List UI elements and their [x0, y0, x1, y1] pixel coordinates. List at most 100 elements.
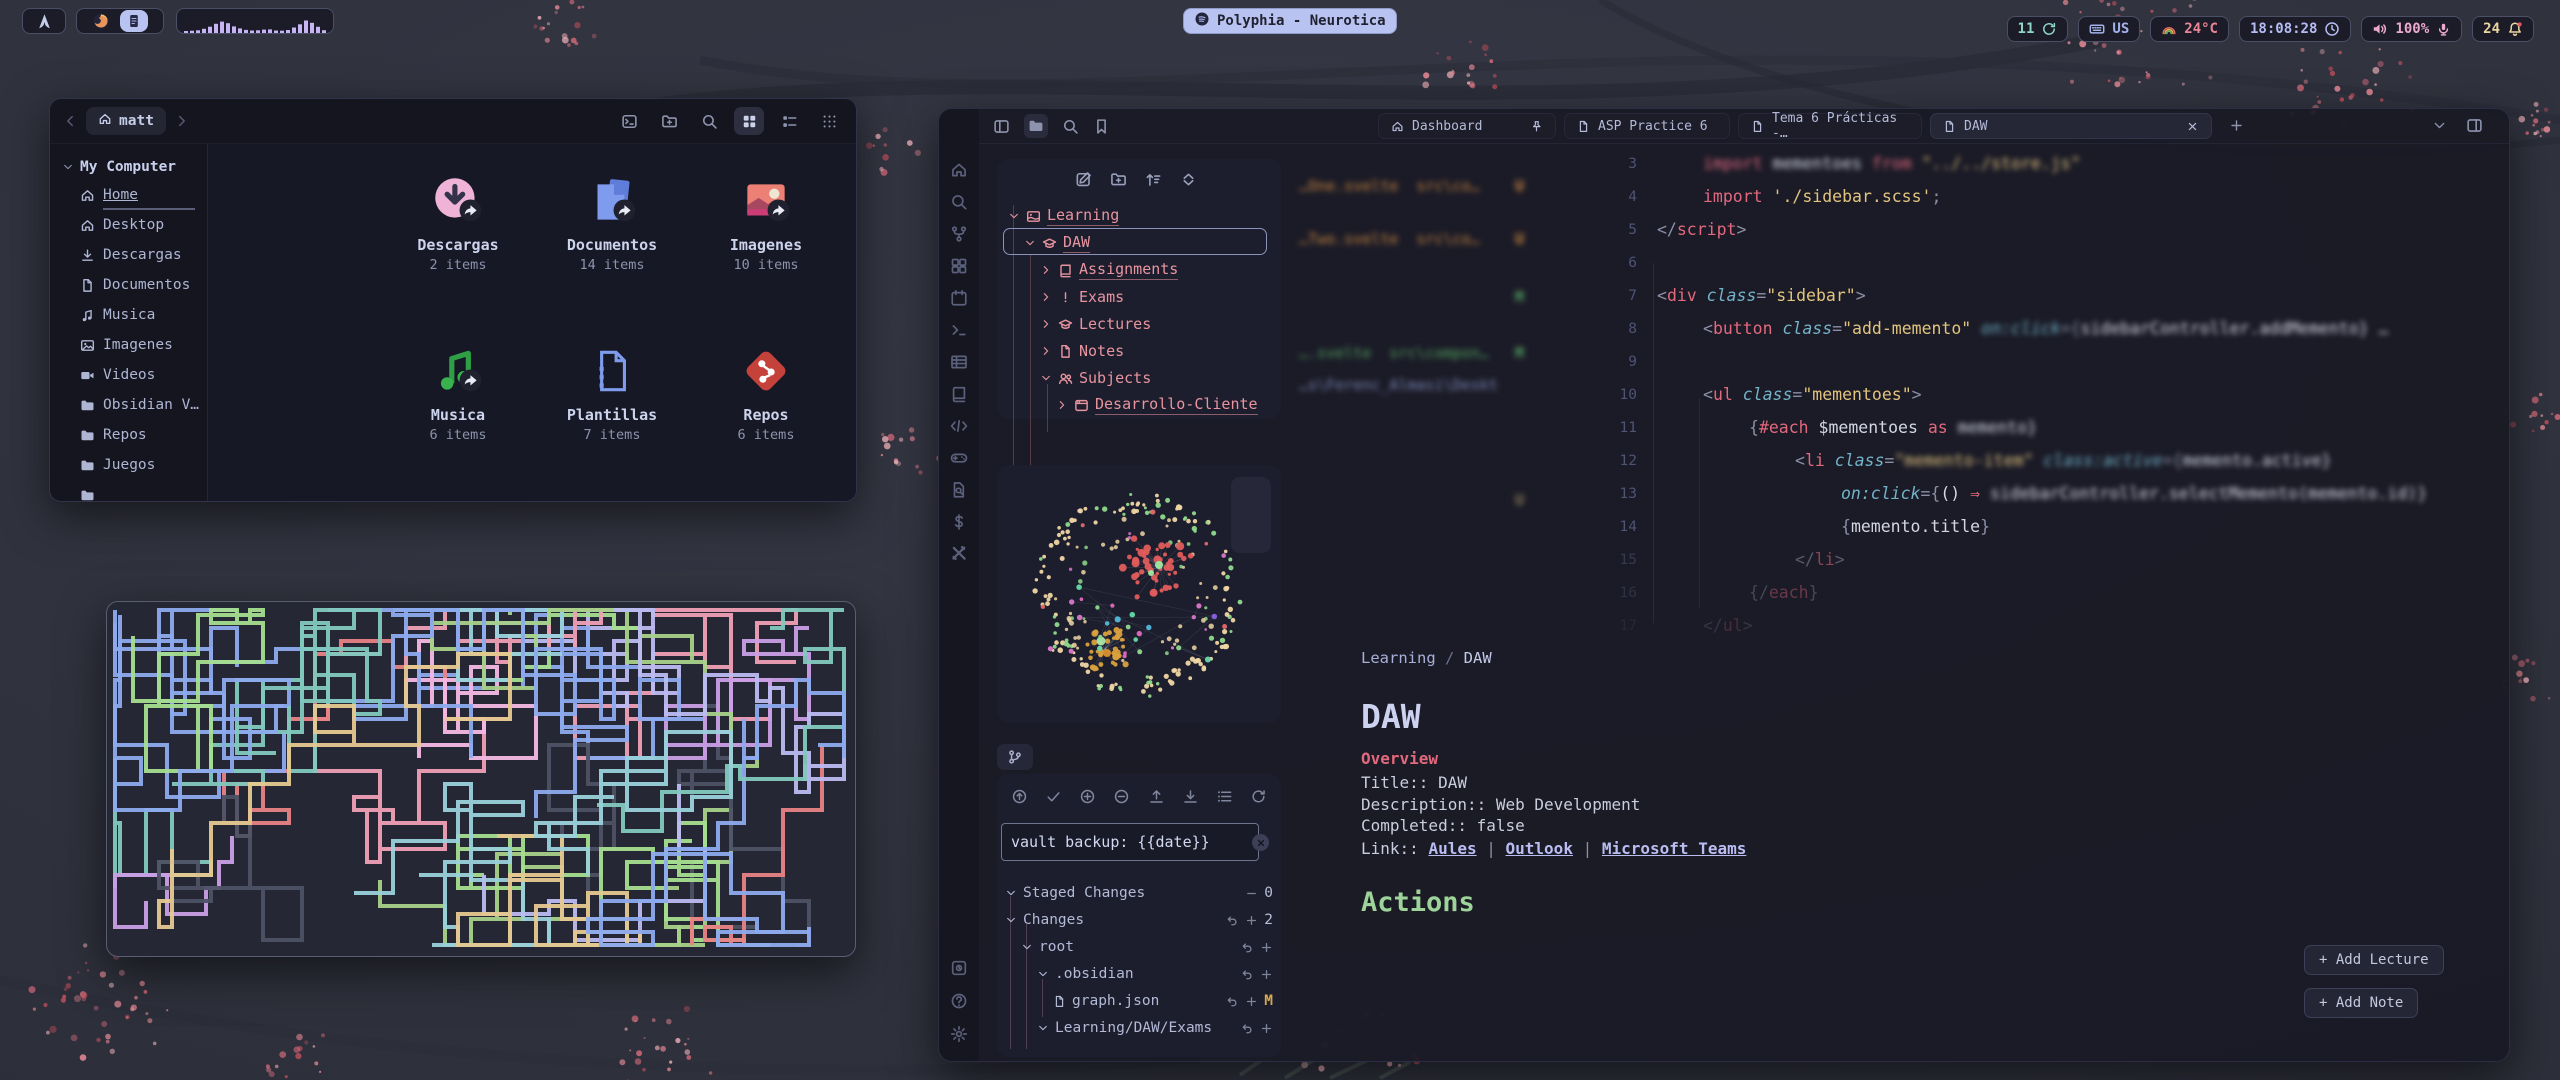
- git-minus-action[interactable]: [1245, 887, 1258, 900]
- tree-item-notes[interactable]: Notes: [1040, 340, 1124, 362]
- search-button[interactable]: [694, 107, 724, 135]
- ribbon-file-search-button[interactable]: [950, 481, 968, 499]
- now-playing-widget[interactable]: Polyphia - Neurotica: [1183, 8, 1397, 34]
- sidebar-item-videos[interactable]: Videos: [50, 360, 207, 390]
- ribbon-terminal-button[interactable]: [950, 321, 968, 339]
- tab-daw[interactable]: DAW: [1930, 113, 2212, 139]
- git-plus-action[interactable]: [1245, 995, 1258, 1008]
- ribbon-tools-button[interactable]: [950, 545, 968, 563]
- git-undo-action[interactable]: [1241, 1022, 1254, 1035]
- tray-volume[interactable]: 100%: [2361, 16, 2462, 42]
- tree-item-daw[interactable]: DAW: [1024, 232, 1090, 254]
- file-item-plantillas[interactable]: Plantillas7 items: [542, 342, 682, 443]
- dock-app-firefox[interactable]: [92, 12, 110, 30]
- nav-bookmark-button[interactable]: [1093, 118, 1110, 135]
- tab-asp-practice-6[interactable]: ASP Practice 6: [1564, 113, 1730, 139]
- location-button[interactable]: matt: [86, 107, 166, 135]
- sidebar-item-desktop[interactable]: Desktop: [50, 210, 207, 240]
- file-item-repos[interactable]: Repos6 items: [696, 342, 836, 443]
- sidebar-item-repos[interactable]: Repos: [50, 420, 207, 450]
- ribbon-vault-button[interactable]: [950, 959, 968, 977]
- file-item-videos[interactable]: Videos4 items: [850, 342, 857, 443]
- ribbon-git-fork-button[interactable]: [950, 225, 968, 243]
- ribbon-table-button[interactable]: [950, 353, 968, 371]
- tray-clock[interactable]: 18:08:28: [2239, 16, 2351, 42]
- dock[interactable]: [76, 8, 164, 34]
- ribbon-layout-grid-button[interactable]: [950, 257, 968, 275]
- tray-weather[interactable]: 24°C: [2150, 16, 2229, 42]
- git-undo-action[interactable]: [1226, 995, 1239, 1008]
- sidebar-item-home[interactable]: Home: [50, 180, 207, 210]
- git-undo-action[interactable]: [1226, 914, 1239, 927]
- tree-item-learning[interactable]: Learning: [1008, 205, 1119, 227]
- open-terminal-button[interactable]: [614, 107, 644, 135]
- sidebar-item-documentos[interactable]: Documentos: [50, 270, 207, 300]
- new-tab-button[interactable]: [2229, 118, 2244, 133]
- create-folder-button[interactable]: [654, 107, 684, 135]
- sidebar-item-partial[interactable]: [50, 480, 207, 501]
- sidebar-item-descargas[interactable]: Descargas: [50, 240, 207, 270]
- tab-list-dropdown[interactable]: [2432, 118, 2447, 133]
- tab-dashboard[interactable]: Dashboard: [1378, 113, 1556, 139]
- git-undo-action[interactable]: [1241, 941, 1254, 954]
- sidebar-item-imagenes[interactable]: Imagenes: [50, 330, 207, 360]
- ribbon-help-button[interactable]: [950, 992, 968, 1010]
- git-row--obsidian[interactable]: .obsidian: [1005, 963, 1273, 985]
- sidebar-item-obsidianv[interactable]: Obsidian V…: [50, 390, 207, 420]
- git-plus-action[interactable]: [1245, 914, 1258, 927]
- ribbon-search-button[interactable]: [950, 193, 968, 211]
- note-link-outlook[interactable]: Outlook: [1506, 839, 1573, 858]
- ribbon-book-button[interactable]: [950, 385, 968, 403]
- git-panel-tab[interactable]: [997, 744, 1033, 770]
- ribbon-home-button[interactable]: [950, 161, 968, 179]
- tray-keyboard-layout[interactable]: US: [2078, 16, 2140, 42]
- view-grid-button[interactable]: [734, 107, 764, 135]
- dock-app-document[interactable]: [120, 10, 148, 32]
- git-plus-action[interactable]: [1260, 941, 1273, 954]
- add-note-button[interactable]: + Add Note: [2304, 988, 2418, 1018]
- git-row-learning-daw-exams[interactable]: Learning/DAW/Exams: [1005, 1017, 1273, 1039]
- launcher-button[interactable]: [22, 8, 66, 34]
- tree-item-subjects[interactable]: Subjects: [1040, 367, 1151, 389]
- graph-settings-button[interactable]: [1243, 491, 1260, 508]
- view-compact-button[interactable]: [814, 107, 844, 135]
- ribbon-gear-button[interactable]: [950, 1025, 968, 1043]
- view-list-button[interactable]: [774, 107, 804, 135]
- add-lecture-button[interactable]: + Add Lecture: [2304, 945, 2444, 975]
- git-row-staged-changes[interactable]: Staged Changes0: [1005, 882, 1273, 904]
- tab-pin-icon[interactable]: [1530, 120, 1543, 133]
- file-item-juegos[interactable]: Juegos8 items: [850, 172, 857, 273]
- tab-tema-6-pr-cticas-[interactable]: Tema 6 Prácticas -…: [1738, 113, 1922, 139]
- back-button[interactable]: [62, 113, 78, 129]
- ribbon-dollar-button[interactable]: [950, 513, 968, 531]
- tab-close-icon[interactable]: [2186, 120, 2199, 133]
- file-item-musica[interactable]: Musica6 items: [388, 342, 528, 443]
- git-row-root[interactable]: root: [1005, 936, 1273, 958]
- git-plus-action[interactable]: [1260, 968, 1273, 981]
- tray-notifications[interactable]: 24: [2472, 16, 2534, 42]
- ribbon-gamepad-button[interactable]: [950, 449, 968, 467]
- note-breadcrumb[interactable]: Learning / DAW: [1361, 649, 1492, 667]
- ribbon-code-tag-button[interactable]: [950, 417, 968, 435]
- right-sidebar-toggle[interactable]: [2466, 117, 2483, 134]
- graph-filter-button[interactable]: [1243, 522, 1260, 539]
- git-row-graph-json[interactable]: graph.jsonM: [1005, 990, 1273, 1012]
- tray-updates[interactable]: 11: [2007, 16, 2069, 42]
- git-row-changes[interactable]: Changes2: [1005, 909, 1273, 931]
- nav-search-button[interactable]: [1062, 118, 1079, 135]
- tree-item-assignments[interactable]: Assignments: [1040, 259, 1178, 281]
- forward-button[interactable]: [174, 113, 190, 129]
- sidebar-section-my-computer[interactable]: My Computer: [50, 154, 207, 180]
- tree-item-desarrollo-cliente[interactable]: Desarrollo-Cliente: [1056, 394, 1258, 416]
- note-link-aules[interactable]: Aules: [1428, 839, 1476, 858]
- tree-item-lectures[interactable]: Lectures: [1040, 313, 1151, 335]
- file-item-documentos[interactable]: Documentos14 items: [542, 172, 682, 273]
- sidebar-item-juegos[interactable]: Juegos: [50, 450, 207, 480]
- note-link-microsoft-teams[interactable]: Microsoft Teams: [1602, 839, 1747, 858]
- file-item-descargas[interactable]: Descargas2 items: [388, 172, 528, 273]
- git-plus-action[interactable]: [1260, 1022, 1273, 1035]
- sidebar-item-musica[interactable]: Musica: [50, 300, 207, 330]
- nav-panel-left-button[interactable]: [993, 118, 1010, 135]
- git-undo-action[interactable]: [1241, 968, 1254, 981]
- tree-item-exams[interactable]: Exams: [1040, 286, 1124, 308]
